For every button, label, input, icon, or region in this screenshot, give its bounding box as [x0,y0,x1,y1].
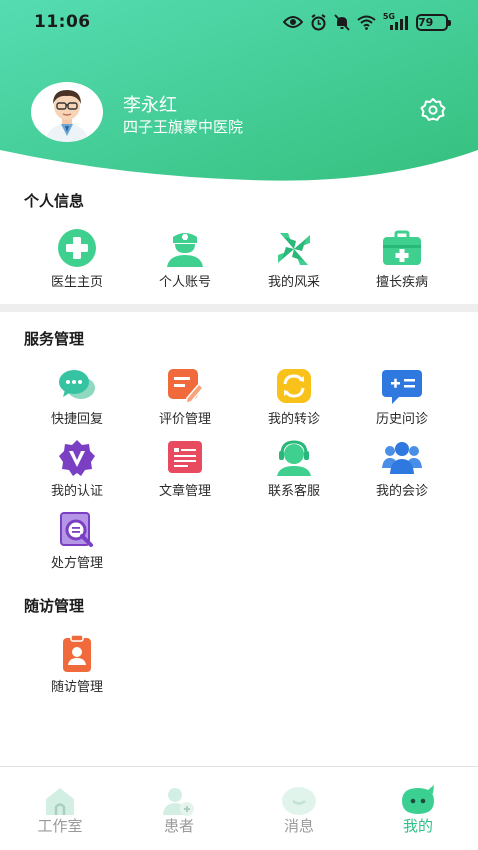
my-referrals-item[interactable]: 我的转诊 [244,366,344,427]
medical-cross-icon [57,229,97,269]
my-consultations-item[interactable]: 我的会诊 [352,438,452,499]
consultation-history-item[interactable]: 历史问诊 [352,366,452,427]
nurse-icon [165,229,205,269]
bottom-tab-bar: 工作室 患者 消息 我的 [0,766,478,850]
tab-messages[interactable]: 消息 [249,767,349,836]
specialty-diseases-label: 擅长疾病 [375,275,428,290]
section-title-follow-up: 随访管理 [24,597,85,615]
my-certification-item[interactable]: 我的认证 [27,438,127,499]
my-style-label: 我的风采 [267,275,320,290]
studio-icon [42,785,78,817]
group-icon [382,438,422,478]
status-bar: 11:06 5G 79 [0,0,478,44]
status-icons: 5G 79 [282,12,451,32]
wifi-icon [357,15,376,30]
doctor-avatar[interactable] [31,82,103,142]
my-referrals-label: 我的转诊 [267,412,320,427]
battery-icon: 79 [416,13,451,31]
personal-account-label: 个人账号 [158,275,211,290]
follow-up-management-item[interactable]: 随访管理 [27,634,127,695]
quick-reply-item[interactable]: 快捷回复 [27,366,127,427]
article-icon [165,438,205,478]
doctor-homepage-label: 医生主页 [50,275,103,290]
alarm-icon [310,13,327,31]
patient-icon [161,785,197,817]
tab-me[interactable]: 我的 [368,767,468,836]
doctor-homepage-item[interactable]: 医生主页 [27,229,127,290]
signal-icon: 5G [383,12,409,30]
prescription-management-label: 处方管理 [50,556,103,571]
section-divider [0,304,478,312]
follow-up-management-label: 随访管理 [50,680,103,695]
review-management-label: 评价管理 [158,412,211,427]
quick-reply-label: 快捷回复 [50,412,103,427]
tab-patients-label: 患者 [163,817,194,835]
tab-me-label: 我的 [402,817,433,835]
contact-support-item[interactable]: 联系客服 [244,438,344,499]
consultation-history-label: 历史问诊 [375,412,428,427]
calculator-history-icon [382,366,422,406]
mute-bell-icon [334,13,350,31]
eye-icon [282,15,303,29]
prescription-search-icon [57,510,97,550]
prescription-management-item[interactable]: 处方管理 [27,510,127,571]
tab-patients[interactable]: 患者 [129,767,229,836]
status-time: 11:06 [34,12,91,32]
message-icon [281,785,317,817]
customer-service-icon [274,438,314,478]
tab-studio[interactable]: 工作室 [10,767,110,836]
article-management-label: 文章管理 [158,484,211,499]
clipboard-user-icon [57,634,97,674]
my-certification-label: 我的认证 [50,484,103,499]
section-title-service-management: 服务管理 [24,330,85,348]
tab-messages-label: 消息 [283,817,314,835]
hospital-name: 四子王旗蒙中医院 [123,118,244,136]
personal-account-item[interactable]: 个人账号 [135,229,235,290]
profile-header: 11:06 5G 79 李永红 四子王旗蒙中医院 [0,0,478,190]
section-title-personal-info: 个人信息 [24,192,85,210]
specialty-diseases-item[interactable]: 擅长疾病 [352,229,452,290]
tab-studio-label: 工作室 [37,817,83,835]
review-management-item[interactable]: 评价管理 [135,366,235,427]
verified-badge-icon [57,438,97,478]
my-consultations-label: 我的会诊 [375,484,428,499]
edit-note-icon [165,366,205,406]
chat-bubbles-icon [57,366,97,406]
medical-kit-icon [382,229,422,269]
me-icon [400,785,436,817]
gear-icon[interactable] [420,97,446,123]
pinwheel-icon [274,229,314,269]
contact-support-label: 联系客服 [267,484,320,499]
article-management-item[interactable]: 文章管理 [135,438,235,499]
my-style-item[interactable]: 我的风采 [244,229,344,290]
transfer-icon [274,366,314,406]
doctor-name: 李永红 [123,95,177,116]
